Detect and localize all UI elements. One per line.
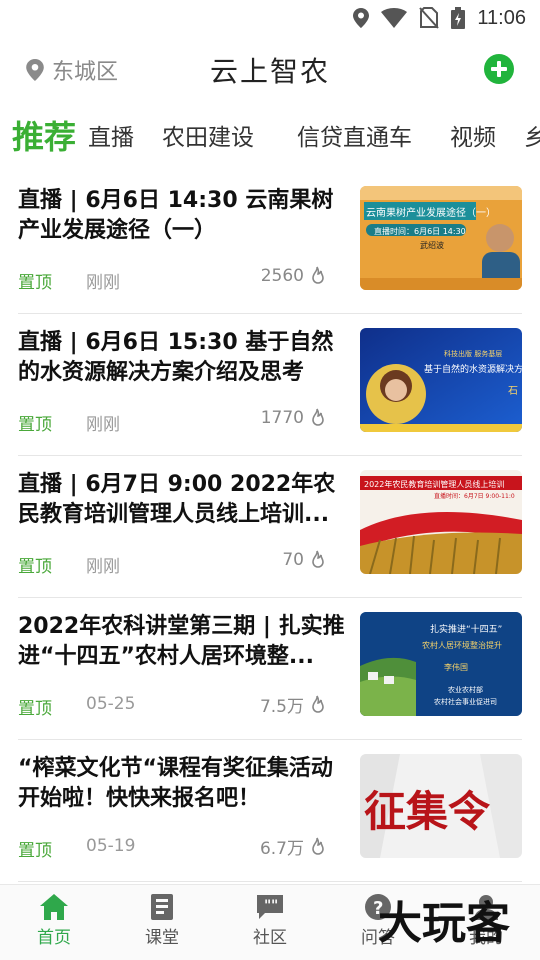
item-thumbnail: 2022年农民教育培训管理人员线上培训 直播时间：6月7日 9:00-11:0 — [360, 470, 522, 574]
thumb-headline: 2022年农民教育培训管理人员线上培训 — [364, 479, 504, 489]
view-count-value: 7.5万 — [259, 697, 304, 717]
item-thumbnail: 征集令 — [360, 754, 522, 858]
feed-item[interactable]: 2022年农科讲堂第三期 | 扎实推进“十四五”农村人居环境整... 置顶 05… — [18, 598, 522, 740]
svg-text:": " — [271, 898, 278, 914]
item-time: 刚刚 — [86, 273, 120, 293]
flame-icon — [312, 408, 324, 426]
nav-classroom[interactable]: 课堂 — [108, 885, 216, 960]
thumb-sub: 直播时间：6月6日 14:30 — [374, 226, 466, 236]
tab-credit[interactable]: 信贷直通车 — [297, 118, 412, 152]
thumb-name: 武绍波 — [420, 240, 444, 250]
home-icon — [40, 894, 68, 920]
thumb-name: 李伟国 — [444, 662, 468, 672]
view-count-value: 70 — [282, 550, 304, 570]
item-time: 05-25 — [86, 694, 136, 714]
item-time: 刚刚 — [86, 415, 120, 435]
item-time: 刚刚 — [86, 557, 120, 577]
item-title: 直播 | 6月7日 9:00 2022年农民教育培训管理人员线上培训... — [18, 472, 336, 527]
view-count: 70 — [282, 550, 326, 570]
watermark-text: 大玩客 — [378, 898, 510, 949]
watermark-logo: 大玩客 — [378, 898, 510, 949]
view-count: 7.5万 — [260, 692, 326, 717]
feed-item[interactable]: 直播 | 6月6日 15:30 基于自然的水资源解决方案介绍及思考 置顶 刚刚 … — [18, 314, 522, 456]
item-title: 直播 | 6月6日 15:30 基于自然的水资源解决方案介绍及思考 — [18, 330, 334, 385]
status-bar: 11:06 — [0, 0, 540, 36]
view-count: 1770 — [261, 408, 326, 428]
item-thumbnail: 科技出版 服务基层 基于自然的水资源解决方案介绍及 石 — [360, 328, 522, 432]
category-tabs: 推荐 直播 农田建设 信贷直通车 视频 乡 — [0, 112, 540, 160]
pinned-badge: 置顶 — [18, 415, 52, 435]
item-thumbnail: 扎实推进“十四五” 农村人居环境整治提升 李伟国 农业农村部 农村社会事业促进司 — [360, 612, 522, 716]
pinned-badge: 置顶 — [18, 699, 52, 719]
item-time: 05-19 — [86, 836, 136, 856]
nav-label: 首页 — [37, 928, 71, 948]
wifi-icon — [381, 8, 408, 28]
view-count-value: 2560 — [260, 266, 304, 286]
feed-item[interactable]: “榨菜文化节“课程有奖征集活动开始啦！快快来报名吧！ 置顶 05-19 6.7万… — [18, 740, 522, 882]
thumb-org2: 农村社会事业促进司 — [434, 697, 497, 706]
plus-circle-icon[interactable] — [484, 54, 514, 84]
thumb-headline: 云南果树产业发展途径（一） — [366, 206, 496, 219]
view-count-value: 1770 — [260, 408, 304, 428]
item-title: 直播 | 6月6日 14:30 云南果树产业发展途径（一） — [18, 188, 334, 243]
thumb-sub: 科技出版 服务基层 — [444, 349, 502, 358]
tab-video[interactable]: 视频 — [450, 118, 496, 152]
thumb-headline: 扎实推进“十四五” — [430, 623, 502, 635]
item-thumbnail: 云南果树产业发展途径（一） 直播时间：6月6日 14:30 武绍波 — [360, 186, 522, 290]
nav-community[interactable]: " " 社区 — [216, 885, 324, 960]
nav-label: 社区 — [253, 928, 287, 948]
battery-icon — [451, 7, 466, 29]
clock: 11:06 — [477, 6, 526, 29]
top-bar: 东城区 云上智农 — [0, 44, 540, 96]
book-icon — [151, 894, 173, 920]
no-sim-icon — [419, 7, 440, 29]
tab-farmland[interactable]: 农田建设 — [162, 118, 254, 152]
feed-item[interactable]: 直播 | 6月6日 14:30 云南果树产业发展途径（一） 置顶 刚刚 2560… — [18, 172, 522, 314]
view-count: 2560 — [261, 266, 326, 286]
thumb-sub: 农村人居环境整治提升 — [422, 640, 502, 650]
view-count-value: 6.7万 — [259, 839, 304, 859]
nav-home[interactable]: 首页 — [0, 885, 108, 960]
feed-item[interactable]: 直播 | 6月7日 9:00 2022年农民教育培训管理人员线上培训... 置顶… — [18, 456, 522, 598]
thumb-headline: 基于自然的水资源解决方案介绍及 — [424, 363, 522, 375]
chat-quote-icon: " " — [257, 895, 283, 919]
tab-live[interactable]: 直播 — [88, 118, 134, 152]
location-icon — [353, 8, 370, 28]
flame-icon — [312, 695, 324, 713]
pinned-badge: 置顶 — [18, 841, 52, 861]
nav-label: 课堂 — [145, 928, 179, 948]
thumb-name: 石 — [508, 386, 518, 397]
thumb-sub: 直播时间：6月7日 9:00-11:0 — [434, 492, 515, 500]
view-count: 6.7万 — [260, 834, 326, 859]
thumb-headline: 征集令 — [364, 787, 491, 836]
app-title: 云上智农 — [209, 55, 330, 88]
pinned-badge: 置顶 — [18, 273, 52, 293]
item-title: 2022年农科讲堂第三期 | 扎实推进“十四五”农村人居环境整... — [18, 614, 345, 669]
article-feed: 直播 | 6月6日 14:30 云南果树产业发展途径（一） 置顶 刚刚 2560… — [0, 172, 540, 882]
pinned-badge: 置顶 — [18, 557, 52, 577]
tab-recommend[interactable]: 推荐 — [12, 112, 76, 158]
flame-icon — [312, 550, 324, 568]
item-title: “榨菜文化节“课程有奖征集活动开始啦！快快来报名吧！ — [18, 756, 333, 811]
flame-icon — [312, 837, 324, 855]
tab-rural[interactable]: 乡 — [524, 118, 540, 152]
flame-icon — [312, 266, 324, 284]
thumb-org1: 农业农村部 — [448, 685, 483, 694]
